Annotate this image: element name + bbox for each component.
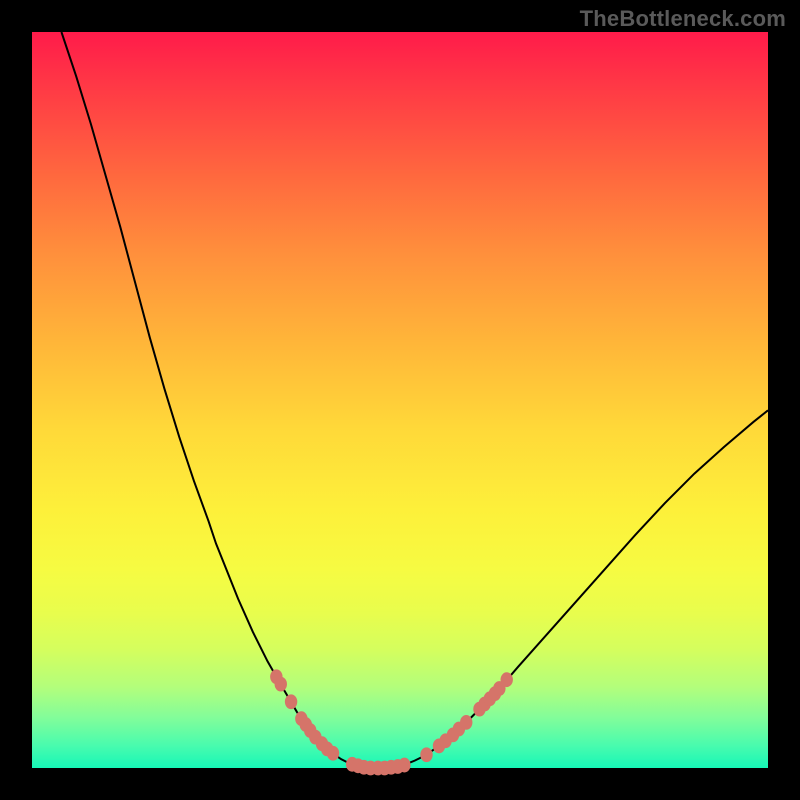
- curve-marker: [285, 694, 297, 709]
- curve-marker: [398, 758, 410, 773]
- curve-markers: [270, 669, 513, 775]
- curve-marker: [501, 672, 513, 687]
- curve-marker: [460, 715, 472, 730]
- bottleneck-curve: [61, 32, 768, 768]
- curve-marker: [327, 746, 339, 761]
- curve-marker: [275, 677, 287, 692]
- watermark-text: TheBottleneck.com: [580, 6, 786, 32]
- curve-marker: [420, 747, 432, 762]
- chart-svg: [32, 32, 768, 768]
- chart-plot-area: [32, 32, 768, 768]
